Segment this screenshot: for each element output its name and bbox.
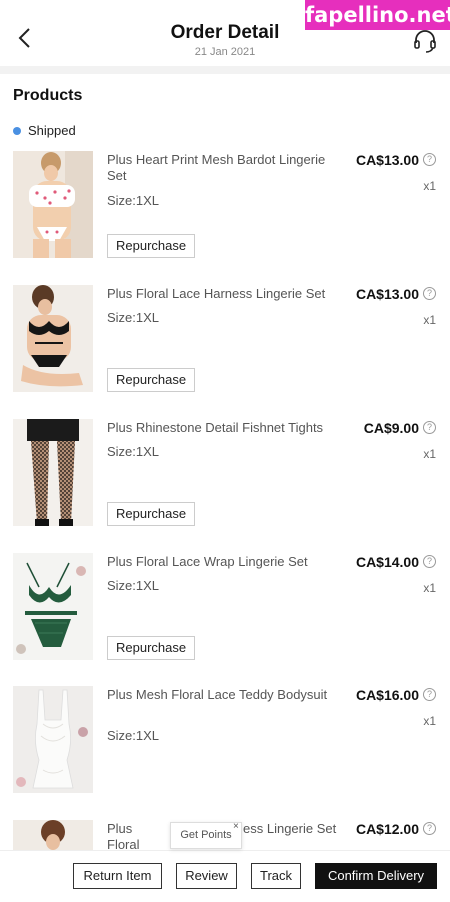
product-size: Size:1XL	[107, 193, 160, 208]
watermark: fapellino.net	[305, 0, 450, 30]
return-item-button[interactable]: Return Item	[73, 863, 162, 889]
repurchase-button[interactable]: Repurchase	[107, 368, 196, 392]
product-price: CA$9.00	[363, 420, 419, 436]
product-name-tail: ess Lingerie Set	[243, 821, 337, 836]
products-heading: Products	[13, 87, 83, 104]
price-info-icon[interactable]: ?	[423, 287, 436, 300]
action-bar: Return Item Review Track Confirm Deliver…	[0, 850, 450, 902]
price-info-icon[interactable]: ?	[423, 153, 436, 166]
product-price: CA$13.00	[355, 286, 419, 302]
product-size: Size:1XL	[107, 578, 160, 593]
product-price: CA$12.00	[355, 821, 419, 837]
price-info-icon[interactable]: ?	[423, 822, 436, 835]
product-price: CA$13.00	[355, 152, 419, 168]
product-thumbnail[interactable]	[13, 419, 93, 526]
product-name[interactable]: Plus Floral Lace Harness Lingerie Set	[107, 286, 342, 302]
product-item[interactable]: Plus Heart Print Mesh Bardot Lingerie Se…	[0, 151, 450, 285]
price-info-icon[interactable]: ?	[423, 555, 436, 568]
status-label: Shipped	[28, 123, 76, 138]
product-name[interactable]: Plus Floral Lace Wrap Lingerie Set	[107, 554, 342, 570]
product-quantity: x1	[423, 447, 436, 461]
product-price: CA$16.00	[355, 687, 419, 703]
price-info-icon[interactable]: ?	[423, 421, 436, 434]
get-points-tooltip[interactable]: Get Points	[170, 822, 242, 849]
product-item[interactable]: Plus Floral Lace Wrap Lingerie Set Size:…	[0, 553, 450, 687]
product-size: Size:1XL	[107, 444, 160, 459]
product-thumbnail[interactable]	[13, 553, 93, 660]
product-quantity: x1	[423, 714, 436, 728]
confirm-delivery-button[interactable]: Confirm Delivery	[315, 863, 437, 889]
product-thumbnail[interactable]	[13, 686, 93, 793]
headset-support-icon[interactable]	[412, 28, 438, 54]
product-quantity: x1	[423, 581, 436, 595]
product-item[interactable]: Plus Floral Lace Harness Lingerie Set Si…	[0, 285, 450, 419]
repurchase-button[interactable]: Repurchase	[107, 636, 196, 660]
status-dot-icon	[13, 126, 21, 135]
product-name[interactable]: Plus Heart Print Mesh Bardot Lingerie Se…	[107, 152, 342, 184]
price-info-icon[interactable]: ?	[423, 688, 436, 701]
repurchase-button[interactable]: Repurchase	[107, 234, 196, 258]
shipping-status: Shipped	[13, 123, 76, 138]
product-quantity: x1	[423, 313, 436, 327]
product-quantity: x1	[423, 179, 436, 193]
product-name[interactable]: Plus Rhinestone Detail Fishnet Tights	[107, 420, 342, 436]
order-date: 21 Jan 2021	[194, 46, 256, 58]
product-size: Size:1XL	[107, 728, 160, 743]
repurchase-button[interactable]: Repurchase	[107, 502, 196, 526]
review-button[interactable]: Review	[176, 863, 237, 889]
product-name[interactable]: Plus Mesh Floral Lace Teddy Bodysuit	[107, 687, 342, 703]
product-name[interactable]: Plus Floral	[107, 821, 167, 850]
product-item[interactable]: Plus Mesh Floral Lace Teddy Bodysuit Siz…	[0, 686, 450, 820]
tooltip-close-icon[interactable]: ×	[233, 822, 239, 832]
product-thumbnail[interactable]	[13, 151, 93, 258]
product-thumbnail[interactable]	[13, 285, 93, 392]
track-button[interactable]: Track	[251, 863, 301, 889]
product-item[interactable]: Plus Rhinestone Detail Fishnet Tights Si…	[0, 419, 450, 553]
header-divider	[0, 66, 450, 74]
product-size: Size:1XL	[107, 310, 160, 325]
product-price: CA$14.00	[355, 554, 419, 570]
product-thumbnail[interactable]	[13, 820, 93, 850]
